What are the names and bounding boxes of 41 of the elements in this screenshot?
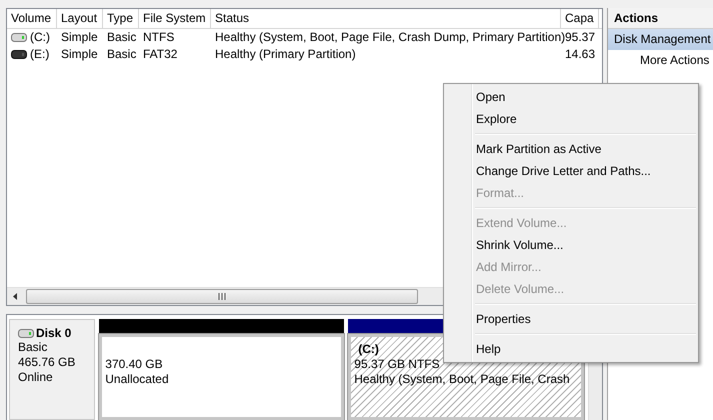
column-header[interactable]: File System [139, 9, 211, 28]
disk-size: 465.76 GB [18, 355, 76, 370]
action-item[interactable]: Disk Management [608, 29, 713, 50]
column-header[interactable]: Capa [561, 9, 599, 28]
table-cell: Basic [107, 29, 136, 46]
table-cell: 95.37 [565, 29, 596, 46]
partition-info: Healthy (System, Boot, Page File, Crash [354, 372, 570, 387]
menu-item[interactable]: Shrink Volume... [446, 234, 696, 256]
action-item[interactable]: More Actions [608, 50, 713, 71]
partition-block[interactable]: 370.40 GB Unallocated [99, 334, 344, 420]
partition-info: 370.40 GB [105, 357, 163, 372]
partition-title: (C:) [357, 342, 379, 357]
column-header[interactable]: Layout [57, 9, 103, 28]
drive-icon [18, 328, 34, 338]
menu-item[interactable]: Change Drive Letter and Paths... [446, 160, 696, 182]
table-cell: FAT32 [143, 46, 178, 63]
table-cell: (E:) [30, 46, 50, 63]
table-cell: Basic [107, 46, 136, 63]
partition-info: Unallocated [105, 372, 169, 387]
disk-type: Basic [18, 340, 48, 355]
menu-item[interactable]: Mark Partition as Active [446, 138, 696, 160]
table-cell: Healthy (System, Boot, Page File, Crash Dump, Primary Partition) [215, 29, 566, 46]
drive-icon [11, 33, 27, 42]
table-cell: Simple [61, 29, 98, 46]
drive-icon [11, 50, 27, 59]
partition-info: 95.37 GB NTFS [354, 357, 440, 372]
table-cell: (C:) [30, 29, 50, 46]
menu-item[interactable]: Open [446, 86, 696, 108]
column-header[interactable]: Status [211, 9, 561, 28]
column-header[interactable]: Type [103, 9, 139, 28]
actions-title: Actions [608, 8, 713, 29]
table-cell: Healthy (Primary Partition) [215, 46, 356, 63]
column-header[interactable]: Volume [7, 9, 57, 28]
table-cell: NTFS [143, 29, 174, 46]
table-cell: 14.63 [565, 46, 596, 63]
menu-item[interactable]: Explore [446, 108, 696, 130]
table-cell: Simple [61, 46, 98, 63]
grip-icon [218, 293, 226, 300]
menu-item[interactable]: Properties [446, 308, 696, 330]
disk-name: Disk 0 [36, 326, 72, 340]
disk-status: Online [18, 370, 53, 385]
